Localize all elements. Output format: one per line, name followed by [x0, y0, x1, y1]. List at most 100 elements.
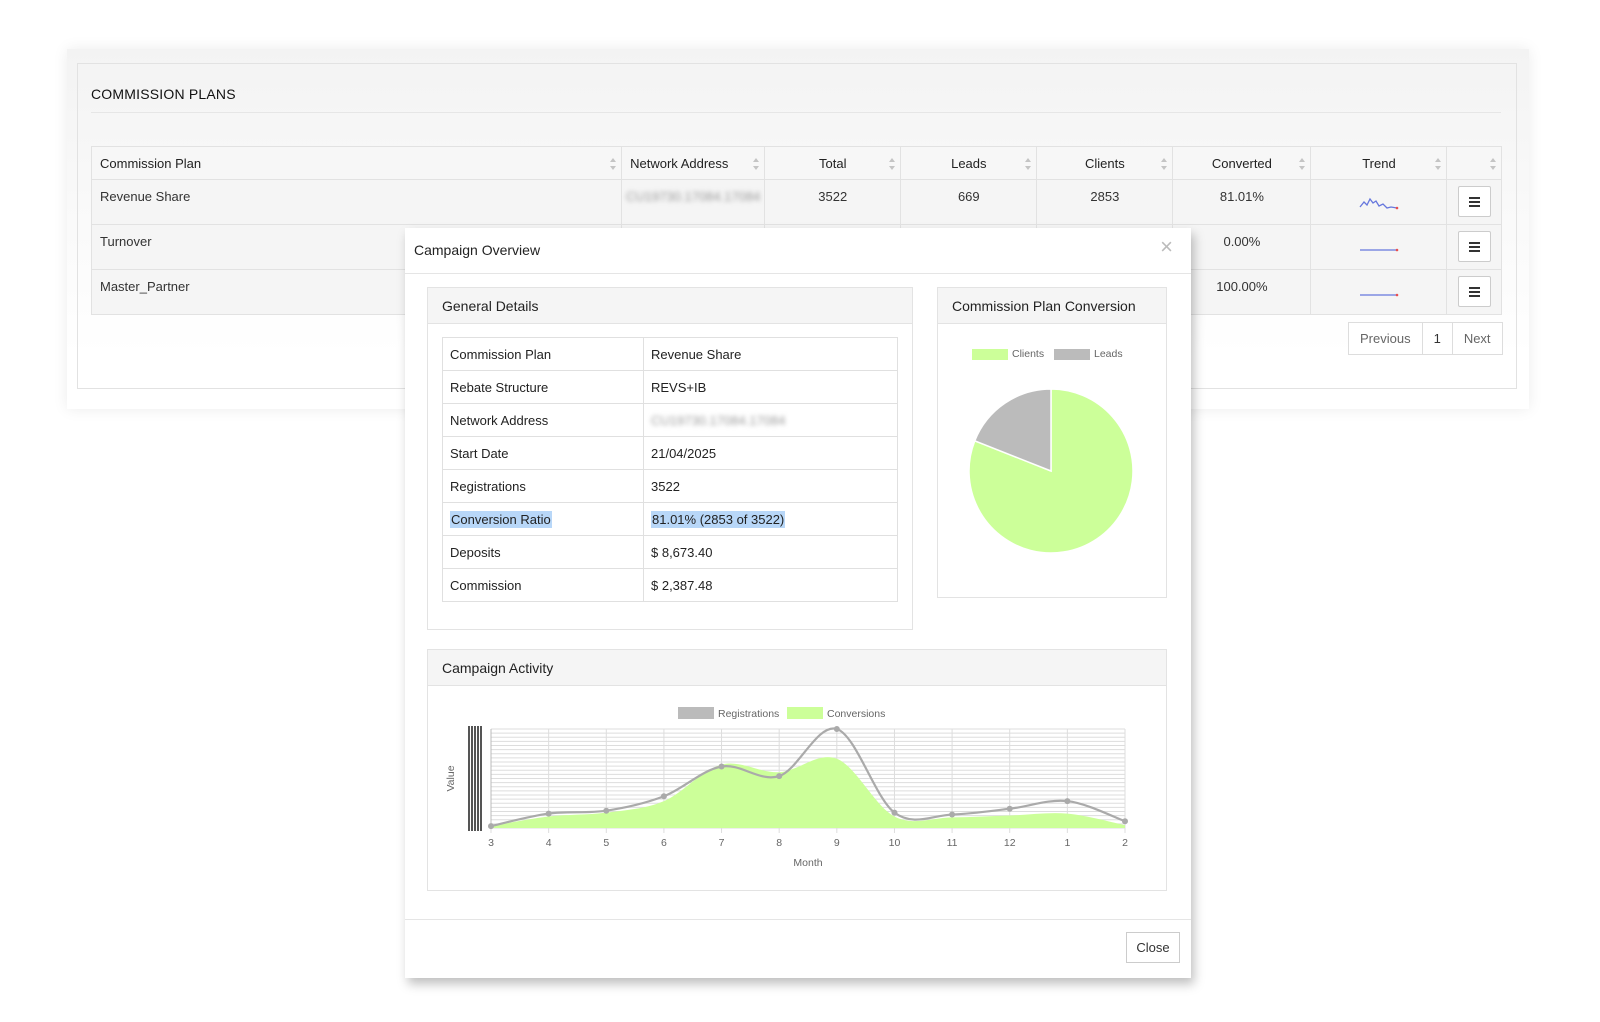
- x-tick-label: 2: [1122, 837, 1128, 849]
- data-point-registrations[interactable]: [1064, 798, 1071, 805]
- pagination: Previous 1 Next: [1348, 322, 1503, 355]
- conversion-pie-panel: Commission Plan Conversion Clients Leads: [937, 287, 1167, 598]
- trend-sparkline: [1359, 197, 1399, 210]
- row-menu-button[interactable]: [1457, 186, 1491, 217]
- y-axis-tick-labels: [474, 726, 476, 831]
- column-header-actions[interactable]: [1446, 146, 1502, 180]
- details-row: Commission Plan Revenue Share: [442, 337, 898, 371]
- data-point-registrations[interactable]: [545, 810, 552, 817]
- cell-trend: [1310, 269, 1448, 315]
- data-point-registrations[interactable]: [949, 811, 956, 818]
- pagination-next[interactable]: Next: [1453, 323, 1502, 354]
- data-point-registrations[interactable]: [891, 809, 898, 816]
- details-label: Network Address: [442, 403, 644, 437]
- sort-icon: [889, 158, 896, 170]
- legend-swatch: [678, 707, 714, 719]
- x-tick-label: 9: [834, 837, 840, 849]
- column-header-trend[interactable]: Trend: [1310, 146, 1448, 180]
- cell-trend: [1310, 224, 1448, 270]
- details-label: Deposits: [442, 535, 644, 569]
- legend-label-conversions[interactable]: Conversions: [827, 708, 885, 720]
- close-button[interactable]: Close: [1126, 932, 1180, 963]
- sort-icon: [610, 158, 617, 170]
- data-point-registrations[interactable]: [1122, 818, 1128, 825]
- activity-title: Campaign Activity: [428, 650, 1166, 686]
- close-icon[interactable]: ×: [1160, 234, 1173, 260]
- details-label: Commission Plan: [442, 337, 644, 371]
- general-details-panel: General Details Commission Plan Revenue S…: [427, 287, 913, 630]
- details-value: REVS+IB: [643, 370, 898, 404]
- details-row: Conversion Ratio 81.01% (2853 of 3522): [442, 502, 898, 536]
- data-point-registrations[interactable]: [776, 773, 783, 780]
- campaign-overview-modal: Campaign Overview × General Details Comm…: [405, 228, 1191, 978]
- x-tick-label: 11: [947, 837, 958, 849]
- details-value: 21/04/2025: [643, 436, 898, 470]
- column-header-clients[interactable]: Clients: [1036, 146, 1174, 180]
- details-value: 81.01% (2853 of 3522): [643, 502, 898, 536]
- sort-icon: [1025, 158, 1032, 170]
- sort-icon: [1299, 158, 1306, 170]
- details-row: Deposits $ 8,673.40: [442, 535, 898, 569]
- column-header-converted[interactable]: Converted: [1172, 146, 1312, 180]
- sort-icon: [753, 158, 760, 170]
- pie-chart: [968, 388, 1134, 554]
- row-menu-button[interactable]: [1457, 231, 1491, 262]
- trend-sparkline: [1359, 248, 1399, 252]
- x-tick-label: 10: [889, 837, 901, 849]
- details-label: Registrations: [442, 469, 644, 503]
- details-value: 3522: [643, 469, 898, 503]
- details-row: Start Date 21/04/2025: [442, 436, 898, 470]
- x-tick-label: 5: [603, 837, 609, 849]
- details-value: CU19730.17084.17084: [643, 403, 898, 437]
- y-axis-tick-labels: [480, 726, 482, 831]
- general-details-table: Commission Plan Revenue Share Rebate Stru…: [442, 337, 898, 602]
- data-point-registrations[interactable]: [833, 726, 840, 732]
- divider: [405, 919, 1191, 920]
- x-tick-label: 12: [1004, 837, 1016, 849]
- modal-title: Campaign Overview: [414, 242, 541, 258]
- details-value: Revenue Share: [643, 337, 898, 371]
- series-area-conversions: [491, 757, 1125, 828]
- data-point-registrations[interactable]: [718, 763, 725, 770]
- legend-swatch: [787, 707, 823, 719]
- cell-trend: [1310, 179, 1448, 225]
- cell-leads: 669: [900, 179, 1038, 225]
- row-menu-button[interactable]: [1457, 276, 1491, 307]
- details-label: Start Date: [442, 436, 644, 470]
- cell-actions: [1446, 179, 1502, 225]
- legend-label-registrations[interactable]: Registrations: [718, 708, 779, 720]
- cell-address: CU19730.17084.17084: [621, 179, 766, 225]
- data-point-registrations[interactable]: [603, 807, 610, 814]
- cell-clients: 2853: [1036, 179, 1174, 225]
- column-header-total[interactable]: Total: [764, 146, 902, 180]
- table-row[interactable]: Revenue Share CU19730.17084.17084 3522 6…: [90, 179, 1502, 225]
- campaign-activity-panel: Campaign Activity Registrations Conversio…: [427, 649, 1167, 891]
- data-point-registrations[interactable]: [660, 793, 667, 800]
- details-row: Commission $ 2,387.48: [442, 568, 898, 602]
- x-tick-label: 3: [488, 837, 494, 849]
- y-axis-label: Value: [445, 765, 457, 791]
- column-header-commission-plan[interactable]: Commission Plan: [90, 146, 623, 180]
- details-label: Rebate Structure: [442, 370, 644, 404]
- data-point-registrations[interactable]: [1006, 805, 1013, 812]
- pagination-page-1[interactable]: 1: [1423, 323, 1453, 354]
- pagination-previous[interactable]: Previous: [1349, 323, 1423, 354]
- divider: [405, 273, 1191, 274]
- column-header-leads[interactable]: Leads: [900, 146, 1038, 180]
- x-axis-label: Month: [793, 857, 822, 869]
- details-label: Conversion Ratio: [442, 502, 644, 536]
- details-row: Registrations 3522: [442, 469, 898, 503]
- cell-actions: [1446, 224, 1502, 270]
- x-tick-label: 1: [1064, 837, 1070, 849]
- cell-converted: 81.01%: [1172, 179, 1312, 225]
- trend-sparkline: [1359, 293, 1399, 297]
- cell-plan: Revenue Share: [90, 179, 623, 225]
- details-value: $ 2,387.48: [643, 568, 898, 602]
- divider: [91, 112, 1501, 113]
- y-axis-tick-labels: [477, 726, 479, 831]
- x-tick-label: 7: [719, 837, 725, 849]
- cell-converted: 0.00%: [1172, 224, 1312, 270]
- data-point-registrations[interactable]: [488, 823, 494, 830]
- details-row: Rebate Structure REVS+IB: [442, 370, 898, 404]
- column-header-network-address[interactable]: Network Address: [621, 146, 766, 180]
